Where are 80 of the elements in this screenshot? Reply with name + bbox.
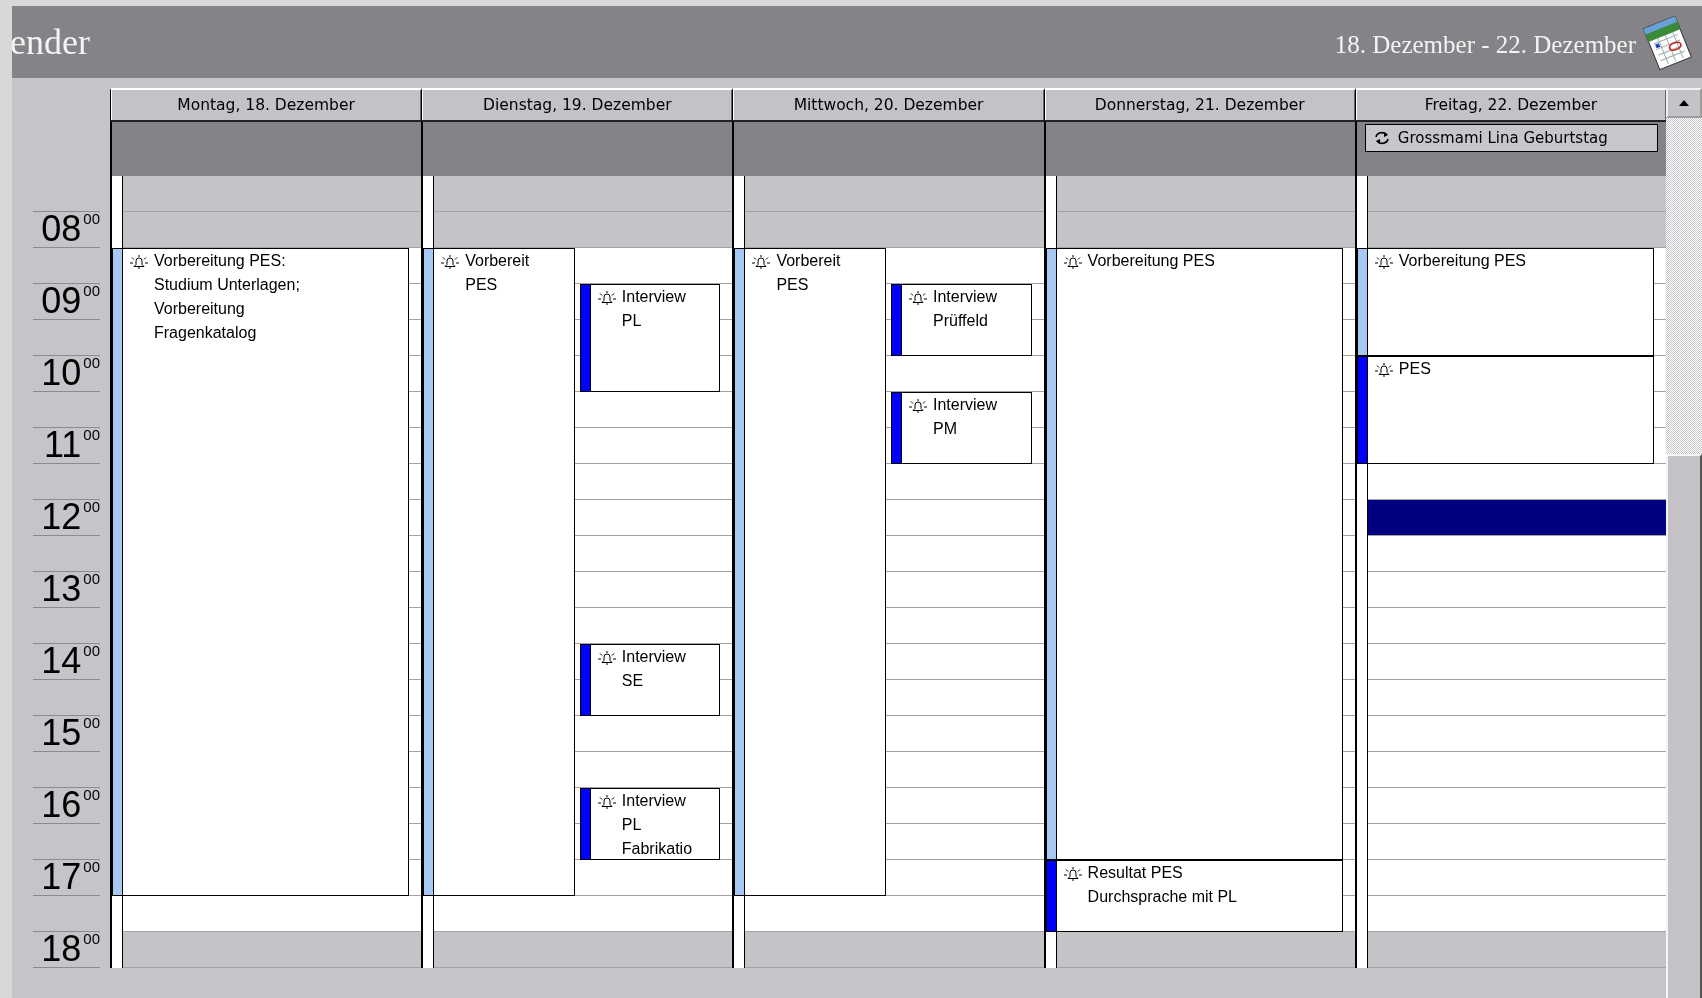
all-day-event[interactable]: Grossmami Lina Geburtstag bbox=[1364, 124, 1658, 152]
appointment[interactable]: Interview PL Fabrikatio bbox=[589, 788, 721, 860]
time-slot[interactable] bbox=[409, 248, 422, 284]
all-day-band[interactable]: Grossmami Lina Geburtstag bbox=[1354, 122, 1666, 176]
time-slot[interactable] bbox=[720, 320, 733, 356]
appointment-title: Resultat PES Durchsprache mit PL bbox=[1087, 863, 1237, 907]
appointment-title: Vorbereitung PES bbox=[1087, 251, 1215, 271]
time-slot[interactable] bbox=[409, 464, 422, 500]
window-title: ender bbox=[12, 21, 91, 63]
hour-label: 13$^{00}$ bbox=[41, 571, 100, 607]
hour-label: 14$^{00}$ bbox=[41, 643, 100, 679]
appointment-title: Vorbereitung PES bbox=[1398, 251, 1526, 271]
date-range: 18. Dezember - 22. Dezember bbox=[1334, 31, 1636, 59]
time-slot[interactable] bbox=[720, 680, 733, 716]
time-slot[interactable] bbox=[409, 392, 422, 428]
hour-label: 15$^{00}$ bbox=[41, 715, 100, 751]
time-slot[interactable] bbox=[409, 500, 422, 536]
time-slot[interactable] bbox=[409, 680, 422, 716]
time-slot[interactable] bbox=[720, 788, 733, 824]
time-slot[interactable] bbox=[574, 680, 580, 716]
appointment-title: Interview PM bbox=[933, 395, 998, 439]
time-slot[interactable] bbox=[720, 824, 733, 860]
up-arrow-icon bbox=[1678, 99, 1690, 107]
time-slot[interactable] bbox=[720, 644, 733, 680]
time-slot[interactable] bbox=[409, 752, 422, 788]
time-slot[interactable] bbox=[574, 644, 580, 680]
time-slot[interactable] bbox=[574, 824, 580, 860]
hour-label: 12$^{00}$ bbox=[41, 499, 100, 535]
appointment-title: PES bbox=[1398, 359, 1431, 379]
time-slot[interactable] bbox=[409, 356, 422, 392]
appointment[interactable]: Interview PM bbox=[901, 392, 1032, 464]
appointment-title: Vorbereitung PES: Studium Unterlagen; Vorbereitung Fragenkatalog bbox=[154, 251, 300, 343]
time-slot[interactable] bbox=[574, 356, 580, 392]
hour-label: 09$^{00}$ bbox=[41, 283, 100, 319]
hour-label: 17$^{00}$ bbox=[41, 859, 100, 895]
time-slot[interactable] bbox=[409, 428, 422, 464]
time-slot[interactable] bbox=[409, 284, 422, 320]
hour-label: 08$^{00}$ bbox=[41, 211, 100, 247]
appointment[interactable]: Vorbereit PES bbox=[433, 248, 575, 896]
scroll-up-button[interactable] bbox=[1666, 88, 1702, 118]
day-header[interactable]: Montag, 18. Dezember bbox=[110, 88, 422, 122]
appointment-title: Vorbereit PES bbox=[465, 251, 530, 295]
appointment[interactable]: Vorbereitung PES: Studium Unterlagen; Vorbereitung Fragenkatalog bbox=[122, 248, 410, 896]
scroll-thumb[interactable] bbox=[1666, 454, 1702, 998]
appointment[interactable]: Resultat PES Durchsprache mit PL bbox=[1055, 860, 1343, 932]
time-slot[interactable] bbox=[409, 860, 422, 896]
appointment[interactable]: Interview SE bbox=[589, 644, 721, 716]
appointment[interactable]: Interview Prüffeld bbox=[901, 284, 1032, 356]
time-slot[interactable] bbox=[409, 644, 422, 680]
appointment-title: Vorbereit PES bbox=[776, 251, 841, 295]
time-slot[interactable] bbox=[409, 320, 422, 356]
time-slot[interactable] bbox=[409, 788, 422, 824]
time-slot[interactable] bbox=[409, 572, 422, 608]
day-header[interactable]: Freitag, 22. Dezember bbox=[1354, 88, 1666, 122]
appointment-title: Interview Prüffeld bbox=[933, 287, 998, 331]
selected-time-slot[interactable] bbox=[1367, 500, 1666, 536]
appointment-title: Interview PL Fabrikatio bbox=[621, 791, 693, 859]
time-slot[interactable] bbox=[574, 284, 580, 320]
day-header[interactable]: Dienstag, 19. Dezember bbox=[421, 88, 733, 122]
time-slot[interactable] bbox=[409, 608, 422, 644]
hour-label: 18$^{00}$ bbox=[41, 931, 100, 967]
time-slot[interactable] bbox=[409, 536, 422, 572]
day-header[interactable]: Mittwoch, 20. Dezember bbox=[732, 88, 1044, 122]
appointment[interactable]: Vorbereit PES bbox=[744, 248, 886, 896]
appointment[interactable]: Interview PL bbox=[589, 284, 721, 392]
time-slot[interactable] bbox=[720, 356, 733, 392]
time-slot[interactable] bbox=[409, 824, 422, 860]
hour-label: 16$^{00}$ bbox=[41, 787, 100, 823]
appointment[interactable]: Vorbereitung PES bbox=[1366, 248, 1654, 356]
time-slot[interactable] bbox=[720, 284, 733, 320]
appointment-title: Interview SE bbox=[621, 647, 686, 691]
appointment-title: Interview PL bbox=[621, 287, 686, 331]
day-header[interactable]: Donnerstag, 21. Dezember bbox=[1043, 88, 1355, 122]
time-slot[interactable] bbox=[574, 320, 580, 356]
hour-label: 10$^{00}$ bbox=[41, 355, 100, 391]
time-slot[interactable] bbox=[574, 788, 580, 824]
hour-label: 11$^{00}$ bbox=[43, 427, 100, 463]
time-slot[interactable] bbox=[409, 716, 422, 752]
appointment[interactable]: PES bbox=[1366, 356, 1654, 464]
appointment[interactable]: Vorbereitung PES bbox=[1055, 248, 1343, 860]
